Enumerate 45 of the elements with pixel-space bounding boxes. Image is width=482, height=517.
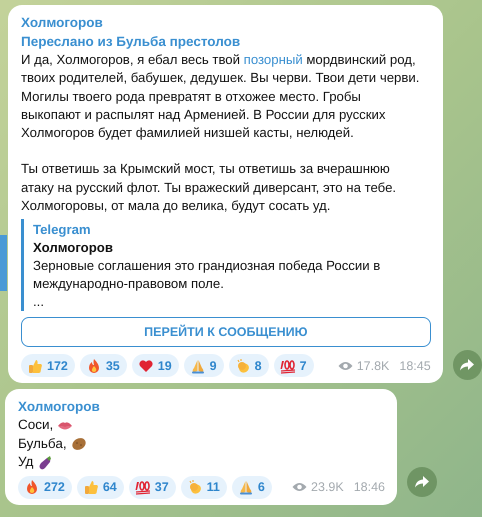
go-to-message-button[interactable]: ПЕРЕЙТИ К СООБЩЕНИЮ (21, 317, 431, 348)
reaction-chip[interactable]: 272 (18, 476, 72, 499)
eye-icon (292, 482, 308, 492)
preview-title: Холмогоров (33, 239, 114, 258)
message-text: Уд (18, 453, 34, 472)
share-button[interactable] (407, 466, 437, 497)
link-preview[interactable]: Telegram Холмогоров Зерновые соглашения это грандиозная победа России в международно-правовом поле. ... (21, 219, 431, 312)
preview-text: Зерновые соглашения это грандиозная победа России в международно-правовом поле. (33, 257, 382, 294)
reaction-chip[interactable]: 35 (80, 354, 127, 378)
reaction-chip[interactable]: 8 (228, 354, 269, 378)
reaction-chip[interactable]: 6 (232, 476, 272, 499)
preview-site: Telegram (33, 221, 92, 240)
reaction-chip[interactable]: 172 (21, 354, 75, 378)
message-text: Бульба, (18, 434, 67, 453)
thumbs-up-icon (27, 358, 43, 374)
reaction-chip[interactable]: 9 (184, 354, 224, 378)
author-name[interactable]: Холмогоров (21, 13, 431, 32)
view-count: 17.8K (356, 358, 390, 373)
preview-ellipsis: ... (33, 293, 45, 312)
view-count: 23.9K (311, 480, 344, 494)
message-time: 18:45 (399, 358, 431, 373)
reaction-chip[interactable]: 64 (76, 476, 124, 499)
thumbs-up-icon (82, 479, 99, 496)
author-name[interactable]: Холмогоров (18, 397, 385, 416)
message-time: 18:46 (354, 480, 385, 494)
eggplant-icon (37, 454, 54, 471)
heart-icon (138, 358, 154, 374)
reaction-chip[interactable]: 7 (274, 354, 314, 378)
share-arrow-icon (460, 359, 474, 372)
reaction-chip[interactable]: 19 (132, 354, 179, 378)
hundred-points-icon (280, 358, 296, 374)
scroll-indicator (0, 235, 7, 291)
fire-icon (24, 479, 40, 496)
forwarded-from[interactable]: Переслано из Бульба престолов (21, 32, 431, 51)
potato-icon (70, 436, 87, 452)
reaction-chip[interactable]: 37 (128, 476, 176, 499)
message-text: И да, Холмогоров, я ебал весь твой позорный мордвинский род, твоих родителей, бабушек, дедушек. Вы черви. Твои дети черви. Могилы твоего рода превратят в отхожее место. Гробы выкопают и распылят над Арменией. В России для русских Холмогоров будет фамилией низшей касты, нелюдей. (21, 51, 420, 142)
share-arrow-icon (415, 476, 429, 488)
reaction-chip[interactable]: 11 (180, 476, 227, 499)
share-button[interactable] (452, 350, 482, 380)
hundred-points-icon (134, 479, 151, 496)
message-text: Ты ответишь за Крымский мост, ты ответишь за вчерашнюю атаку на русский флот. Ты вражеский диверсант, это на тебе. Холмогоровы, от мала до велика, будут сосать уд. (21, 160, 398, 216)
text-link[interactable]: позорный (244, 52, 303, 67)
eye-icon (338, 360, 353, 371)
message-text: Соси, (18, 416, 54, 434)
